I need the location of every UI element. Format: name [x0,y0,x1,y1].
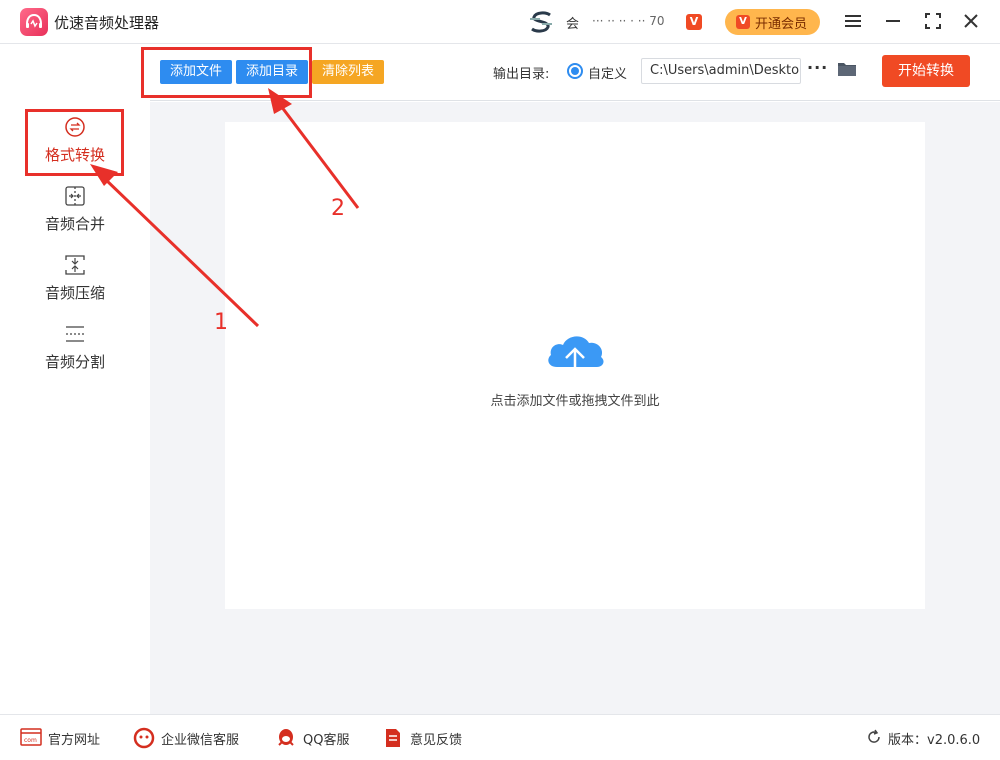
main-area: 点击添加文件或拖拽文件到此 [150,102,1000,714]
refresh-icon[interactable] [866,729,882,745]
folder-icon[interactable] [837,61,857,77]
sidebar-item-audio-compress[interactable]: 音频压缩 [0,254,150,320]
more-options-icon[interactable]: ··· [807,58,828,77]
annotation-box-toolbar [141,47,312,98]
version-label: 版本：v2.0.6.0 [888,733,981,748]
open-vip-button[interactable]: V 开通会员 [725,9,820,35]
annotation-number-1: 1 [214,310,228,335]
merge-icon [65,186,85,206]
footer: com 官方网址 企业微信客服 QQ客服 意见反馈 版本：v2.0.6.0 [0,714,1000,760]
website-icon: com [20,728,42,746]
user-avatar-icon[interactable] [528,11,556,33]
cloud-upload-icon [548,336,604,383]
version-info: 版本：v2.0.6.0 [866,729,980,749]
app-title: 优速音频处理器 [54,14,160,32]
app-logo-icon [20,8,48,36]
website-label: 官方网址 [48,733,101,748]
vip-icon: V [736,15,750,29]
file-drop-zone[interactable]: 点击添加文件或拖拽文件到此 [225,122,925,609]
minimize-icon[interactable] [882,10,904,32]
sidebar-item-label: 音频合并 [44,215,105,233]
output-dir-label: 输出目录: [493,67,550,82]
feedback-link[interactable]: 意见反馈 [382,727,472,749]
output-path-field[interactable]: C:\Users\admin\Desktop [641,58,801,84]
qq-label: QQ客服 [303,733,350,748]
compress-icon [65,255,85,275]
qq-service-link[interactable]: QQ客服 [275,727,360,749]
clear-list-button[interactable]: 清除列表 [312,60,384,84]
drop-hint-text: 点击添加文件或拖拽文件到此 [490,394,660,409]
wechat-icon [133,727,155,749]
sidebar-item-audio-merge[interactable]: 音频合并 [0,185,150,251]
menu-icon[interactable] [842,10,864,32]
sidebar-item-label: 音频压缩 [44,284,105,302]
sidebar-item-audio-split[interactable]: 音频分割 [0,323,150,389]
sidebar-item-label: 音频分割 [44,353,105,371]
svg-text:com: com [24,737,37,744]
maximize-icon[interactable] [922,10,944,32]
annotation-box-sidebar [25,109,124,176]
official-website-link[interactable]: com 官方网址 [20,727,110,749]
split-icon [66,326,84,342]
wechat-label: 企业微信客服 [161,733,240,748]
annotation-number-2: 2 [331,196,345,221]
title-bar: 优速音频处理器 会 ··· ·· ·· · ·· 70 V V 开通会员 [0,0,1000,44]
custom-output-radio[interactable] [567,63,583,79]
feedback-icon [386,729,400,747]
custom-output-label[interactable]: 自定义 [588,63,627,82]
wechat-service-link[interactable]: 企业微信客服 [133,727,253,749]
qq-icon [278,729,294,746]
vip-badge-icon: V [686,14,702,30]
start-convert-button[interactable]: 开始转换 [882,55,970,87]
user-name: 会 [566,17,581,32]
feedback-label: 意见反馈 [410,733,463,748]
close-icon[interactable] [960,10,982,32]
user-id: ··· ·· ·· · ·· 70 [592,14,665,28]
open-vip-label: 开通会员 [755,17,808,32]
